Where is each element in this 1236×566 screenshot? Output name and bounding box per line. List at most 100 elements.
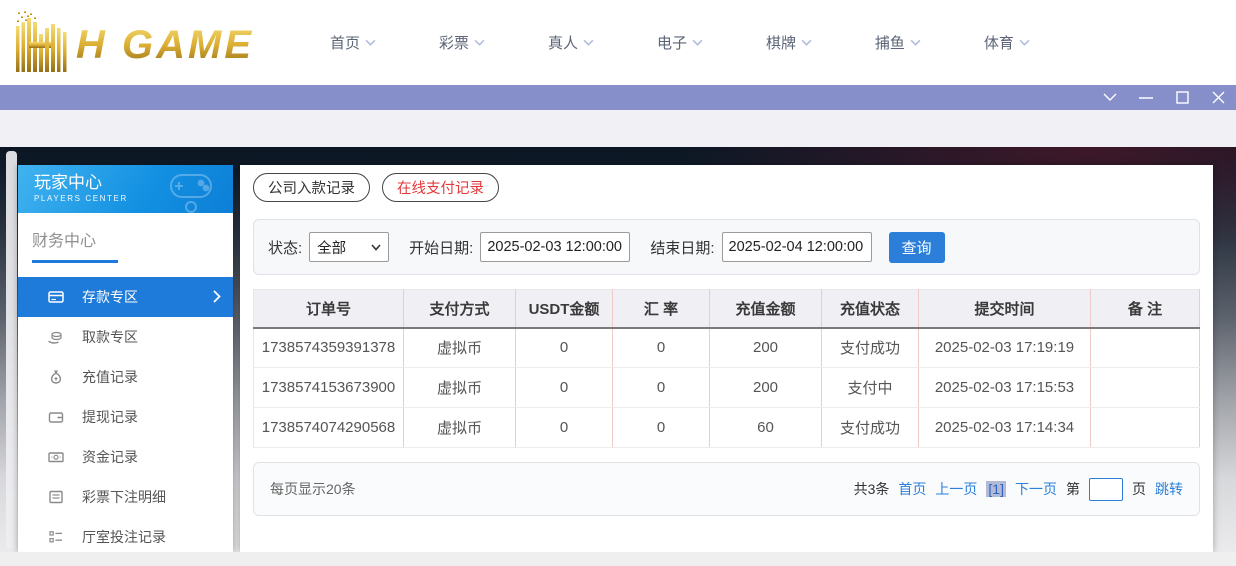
table-cell: 0 [613, 408, 710, 448]
chevron-down-icon [801, 39, 812, 46]
cash-icon [48, 449, 64, 465]
current-page-indicator: [1] [986, 481, 1006, 497]
sidebar-item[interactable]: 提现记录 [18, 397, 233, 437]
sidebar-item[interactable]: 充值记录 [18, 357, 233, 397]
end-date-input[interactable] [722, 232, 872, 262]
logo-text: H GAME [76, 23, 254, 67]
payment-records-table: 订单号支付方式USDT金额汇 率充值金额充值状态提交时间备 注 17385743… [253, 289, 1200, 448]
table-cell: 2025-02-03 17:15:53 [919, 368, 1091, 408]
tab[interactable]: 在线支付记录 [382, 173, 499, 202]
list-icon [48, 529, 64, 545]
chevron-down-icon [365, 39, 376, 46]
moneybag-icon [48, 369, 64, 385]
sidebar-item[interactable]: 彩票下注明细 [18, 477, 233, 517]
table-cell [1091, 408, 1200, 448]
window-titlebar [0, 85, 1236, 110]
top-header: H GAME 首页 彩票 真人 电子 棋牌 捕鱼 体育 [0, 0, 1236, 85]
sidebar-section: 财务中心 [18, 213, 233, 271]
chevron-down-icon [1019, 39, 1030, 46]
nav-item[interactable]: 彩票 [439, 32, 485, 53]
table-row: 1738574074290568虚拟币0060支付成功2025-02-03 17… [254, 408, 1200, 448]
sidebar-item-label: 提现记录 [82, 407, 138, 427]
jump-prefix-label: 第 [1066, 479, 1080, 499]
chevron-right-icon [213, 290, 221, 303]
status-selected-value: 全部 [317, 237, 346, 258]
end-date-label: 结束日期: [650, 237, 714, 258]
sidebar-item[interactable]: 资金记录 [18, 437, 233, 477]
table-cell: 虚拟币 [404, 328, 516, 368]
chevron-down-icon[interactable] [1102, 90, 1118, 106]
first-page-link[interactable]: 首页 [898, 479, 926, 499]
pager: 共3条 首页 上一页 [1] 下一页 第 页 跳转 [854, 478, 1183, 501]
chevron-down-icon [583, 39, 594, 46]
table-cell: 1738574074290568 [254, 408, 404, 448]
vertical-scrollbar[interactable] [6, 151, 17, 549]
maximize-icon[interactable] [1174, 90, 1190, 106]
table-cell: 1738574359391378 [254, 328, 404, 368]
table-cell [1091, 368, 1200, 408]
sidebar-item-label: 资金记录 [82, 447, 138, 467]
logo-mark-icon: H GAME [14, 10, 314, 76]
tab[interactable]: 公司入款记录 [253, 173, 370, 202]
table-cell: 虚拟币 [404, 408, 516, 448]
document-icon [48, 489, 64, 505]
records-panel: 公司入款记录在线支付记录 状态: 全部 开始日期: 结束日期: 查询 [240, 165, 1213, 552]
total-count-label: 共3条 [854, 479, 890, 499]
pagination-bar: 每页显示20条 共3条 首页 上一页 [1] 下一页 第 页 跳转 [253, 462, 1200, 516]
chevron-down-icon [692, 39, 703, 46]
status-select[interactable]: 全部 [309, 232, 389, 262]
jump-suffix-label: 页 [1132, 479, 1146, 499]
sub-band [0, 110, 1236, 147]
nav-item[interactable]: 电子 [657, 32, 703, 53]
nav-item[interactable]: 首页 [330, 32, 376, 53]
table-cell [1091, 328, 1200, 368]
sidebar-item-label: 充值记录 [82, 367, 138, 387]
nav-item[interactable]: 棋牌 [766, 32, 812, 53]
nav-item-label: 体育 [984, 32, 1014, 53]
status-label: 状态: [268, 237, 302, 258]
table-cell: 2025-02-03 17:14:34 [919, 408, 1091, 448]
main-nav: 首页 彩票 真人 电子 棋牌 捕鱼 体育 [330, 0, 1030, 85]
sidebar-item-label: 存款专区 [82, 287, 138, 307]
sidebar-item[interactable]: 取款专区 [18, 317, 233, 357]
record-tabs: 公司入款记录在线支付记录 [253, 173, 1200, 202]
sidebar-item[interactable]: 厅室投注记录 [18, 517, 233, 557]
chevron-down-icon [910, 39, 921, 46]
nav-item[interactable]: 捕鱼 [875, 32, 921, 53]
sidebar-menu: 存款专区取款专区充值记录提现记录资金记录彩票下注明细厅室投注记录 [18, 277, 233, 557]
window-controls [1102, 85, 1226, 110]
table-cell: 支付中 [822, 368, 919, 408]
minimize-icon[interactable] [1138, 90, 1154, 106]
query-button[interactable]: 查询 [889, 232, 945, 263]
table-cell: 200 [710, 328, 822, 368]
column-header: 订单号 [254, 290, 404, 328]
column-header: 提交时间 [919, 290, 1091, 328]
start-date-input[interactable] [480, 232, 630, 262]
table-row: 1738574359391378虚拟币00200支付成功2025-02-03 1… [254, 328, 1200, 368]
nav-item-label: 捕鱼 [875, 32, 905, 53]
next-page-link[interactable]: 下一页 [1015, 479, 1057, 499]
table-row: 1738574153673900虚拟币00200支付中2025-02-03 17… [254, 368, 1200, 408]
gamepad-icon [165, 169, 223, 213]
jump-action-link[interactable]: 跳转 [1155, 479, 1183, 499]
table-cell: 200 [710, 368, 822, 408]
close-icon[interactable] [1210, 90, 1226, 106]
filter-bar: 状态: 全部 开始日期: 结束日期: 查询 [253, 219, 1200, 275]
nav-item[interactable]: 体育 [984, 32, 1030, 53]
table-cell: 0 [516, 368, 613, 408]
page-jump-input[interactable] [1089, 478, 1123, 501]
player-center-sidebar: 玩家中心 PLAYERS CENTER 财务中心 存款专区取款专区充值记录提现记… [18, 165, 233, 552]
sidebar-header: 玩家中心 PLAYERS CENTER [18, 165, 233, 213]
sidebar-item[interactable]: 存款专区 [18, 277, 233, 317]
nav-item-label: 棋牌 [766, 32, 796, 53]
nav-item-label: 真人 [548, 32, 578, 53]
chevron-down-icon [371, 244, 381, 251]
table-cell: 0 [516, 408, 613, 448]
brand-logo[interactable]: H GAME [14, 10, 314, 76]
prev-page-link[interactable]: 上一页 [935, 479, 977, 499]
table-cell: 虚拟币 [404, 368, 516, 408]
screen: H GAME 首页彩票真人电子棋牌捕鱼体育 玩家 [0, 0, 1236, 566]
nav-item[interactable]: 真人 [548, 32, 594, 53]
column-header: 备 注 [1091, 290, 1200, 328]
wallet-icon [48, 409, 64, 425]
